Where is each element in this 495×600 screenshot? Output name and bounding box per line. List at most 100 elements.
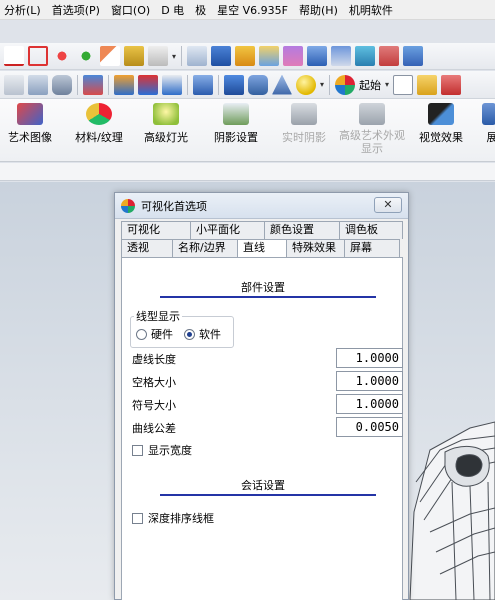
toolbar-separator (108, 74, 109, 95)
lines-tab-panel: 部件设置 线型显示 硬件 软件 虚线长度 1.0000 空格大小 1.0000 … (121, 257, 403, 600)
tab-faceting[interactable]: 小平面化 (190, 221, 265, 239)
new-file-icon[interactable] (393, 74, 414, 95)
cone-icon[interactable] (272, 74, 292, 95)
section-divider (160, 494, 376, 496)
tab-perspective[interactable]: 透视 (121, 239, 173, 257)
software-radio-label: 软件 (199, 328, 221, 341)
xyz-curve-icon[interactable] (4, 46, 24, 66)
surface-patch-icon[interactable] (259, 46, 280, 66)
pipe-icon[interactable] (307, 46, 328, 66)
checkbox-icon (132, 512, 143, 524)
curve-edit-icon[interactable] (52, 46, 72, 66)
solid-cylinder-icon[interactable] (248, 74, 268, 95)
shadow-settings-button[interactable]: 阴影设置 (212, 99, 260, 145)
menu-preferences[interactable]: 首选项(P) (48, 2, 107, 18)
shell-icon[interactable] (403, 46, 424, 66)
start-dropdown-icon[interactable]: ▾ (385, 80, 389, 89)
toolbar-dropdown-icon[interactable]: ▾ (172, 52, 176, 61)
radio-selected-icon (184, 328, 195, 340)
display-button[interactable]: 展 (480, 99, 495, 145)
save-icon[interactable] (441, 74, 462, 95)
line-display-label: 线型显示 (134, 308, 182, 324)
dice-icon[interactable] (187, 46, 208, 66)
menu-analysis[interactable]: 分析(L) (0, 2, 48, 18)
thicken-icon[interactable] (355, 46, 376, 66)
dialog-title-bar[interactable]: 可视化首选项 ✕ (115, 193, 408, 219)
realtime-shadow-label: 实时阴影 (282, 131, 326, 144)
curve-tolerance-input[interactable]: 0.0050 (336, 417, 403, 437)
surface-lock-icon[interactable] (148, 46, 168, 66)
box-icon[interactable] (211, 46, 232, 66)
ribbon-bar: 艺术图像 材料/纹理 高级灯光 阴影设置 实时阴影 高级艺术外观 显示 视觉效果… (0, 99, 495, 162)
menu-electrical[interactable]: D 电 (157, 2, 191, 18)
realtime-shadow-button[interactable]: 实时阴影 (280, 99, 328, 145)
surface-icon[interactable] (124, 46, 144, 66)
feature-move-icon[interactable] (28, 74, 48, 95)
start-icon[interactable] (335, 74, 356, 95)
material-texture-label: 材料/纹理 (75, 131, 123, 144)
tab-color-settings[interactable]: 颜色设置 (264, 221, 340, 239)
curve-offset-icon[interactable] (100, 46, 120, 66)
show-width-label: 显示宽度 (148, 444, 192, 457)
menu-jiming-software[interactable]: 机明软件 (345, 2, 400, 18)
tab-screen[interactable]: 屏幕 (344, 239, 400, 257)
show-width-checkbox[interactable]: 显示宽度 (132, 442, 192, 458)
light-bulb-icon (153, 103, 179, 125)
dash-length-input[interactable]: 1.0000 (336, 348, 403, 368)
tab-visualization[interactable]: 可视化 (121, 221, 191, 239)
material-texture-button[interactable]: 材料/纹理 (72, 99, 126, 145)
advanced-art-icon (359, 103, 385, 125)
open-folder-icon[interactable] (417, 74, 438, 95)
start-menu-button[interactable]: 起始 (359, 77, 381, 93)
toolbar-separator (218, 74, 219, 95)
toolbar-dropdown-icon[interactable]: ▾ (320, 80, 324, 89)
visualization-preferences-dialog: 可视化首选项 ✕ 可视化 小平面化 颜色设置 调色板 透视 名称/边界 直线 特… (114, 192, 409, 600)
tab-name-border[interactable]: 名称/边界 (172, 239, 238, 257)
symbol-size-input[interactable]: 1.0000 (336, 394, 403, 414)
tab-special-effects[interactable]: 特殊效果 (286, 239, 345, 257)
sphere-icon[interactable] (296, 74, 316, 95)
visual-effects-label: 视觉效果 (419, 131, 463, 144)
depth-sort-wireframe-label: 深度排序线框 (148, 512, 214, 525)
advanced-art-display-button[interactable]: 高级艺术外观 显示 (336, 99, 408, 155)
visual-effects-button[interactable]: 视觉效果 (414, 99, 468, 145)
dash-length-label: 虚线长度 (132, 353, 176, 366)
close-button[interactable]: ✕ (374, 197, 402, 213)
software-radio[interactable]: 软件 (184, 326, 221, 342)
bracket-icon[interactable] (138, 74, 158, 95)
art-image-button[interactable]: 艺术图像 (6, 99, 54, 145)
measure-icon[interactable] (114, 74, 134, 95)
feature-edit-icon[interactable] (4, 74, 24, 95)
shape-outline-icon[interactable] (28, 46, 48, 66)
surface-blend-icon[interactable] (283, 46, 304, 66)
session-settings-heading: 会话设置 (241, 479, 285, 492)
distance-icon[interactable] (162, 74, 182, 95)
block-icon[interactable] (83, 74, 103, 95)
curve-trim-icon[interactable] (76, 46, 96, 66)
menu-help[interactable]: 帮助(H) (295, 2, 345, 18)
realtime-shadow-icon (291, 103, 317, 125)
advanced-light-label: 高级灯光 (144, 131, 188, 144)
tab-palette[interactable]: 调色板 (339, 221, 403, 239)
section-divider (160, 296, 376, 298)
shadow-settings-label: 阴影设置 (214, 131, 258, 144)
toolbar-row-2: ▾ 起始 ▾ (0, 71, 495, 99)
cube-icon[interactable] (193, 74, 213, 95)
menu-pole[interactable]: 极 (191, 2, 213, 18)
menu-xingkong[interactable]: 星空 V6.935F (213, 2, 295, 18)
offset-surface-icon[interactable] (379, 46, 400, 66)
depth-sort-wireframe-checkbox[interactable]: 深度排序线框 (132, 510, 214, 526)
tab-lines[interactable]: 直线 (237, 239, 287, 258)
sweep-icon[interactable] (235, 46, 256, 66)
art-brush-icon (17, 103, 43, 125)
solid-box-icon[interactable] (224, 74, 244, 95)
space-size-input[interactable]: 1.0000 (336, 371, 403, 391)
chain-icon[interactable] (331, 46, 352, 66)
advanced-light-button[interactable]: 高级灯光 (142, 99, 190, 145)
hardware-radio[interactable]: 硬件 (136, 326, 173, 342)
space-size-label: 空格大小 (132, 376, 176, 389)
curve-tolerance-label: 曲线公差 (132, 422, 176, 435)
part-settings-heading: 部件设置 (241, 281, 285, 294)
menu-window[interactable]: 窗口(O) (107, 2, 157, 18)
cylinder-icon[interactable] (52, 74, 72, 95)
